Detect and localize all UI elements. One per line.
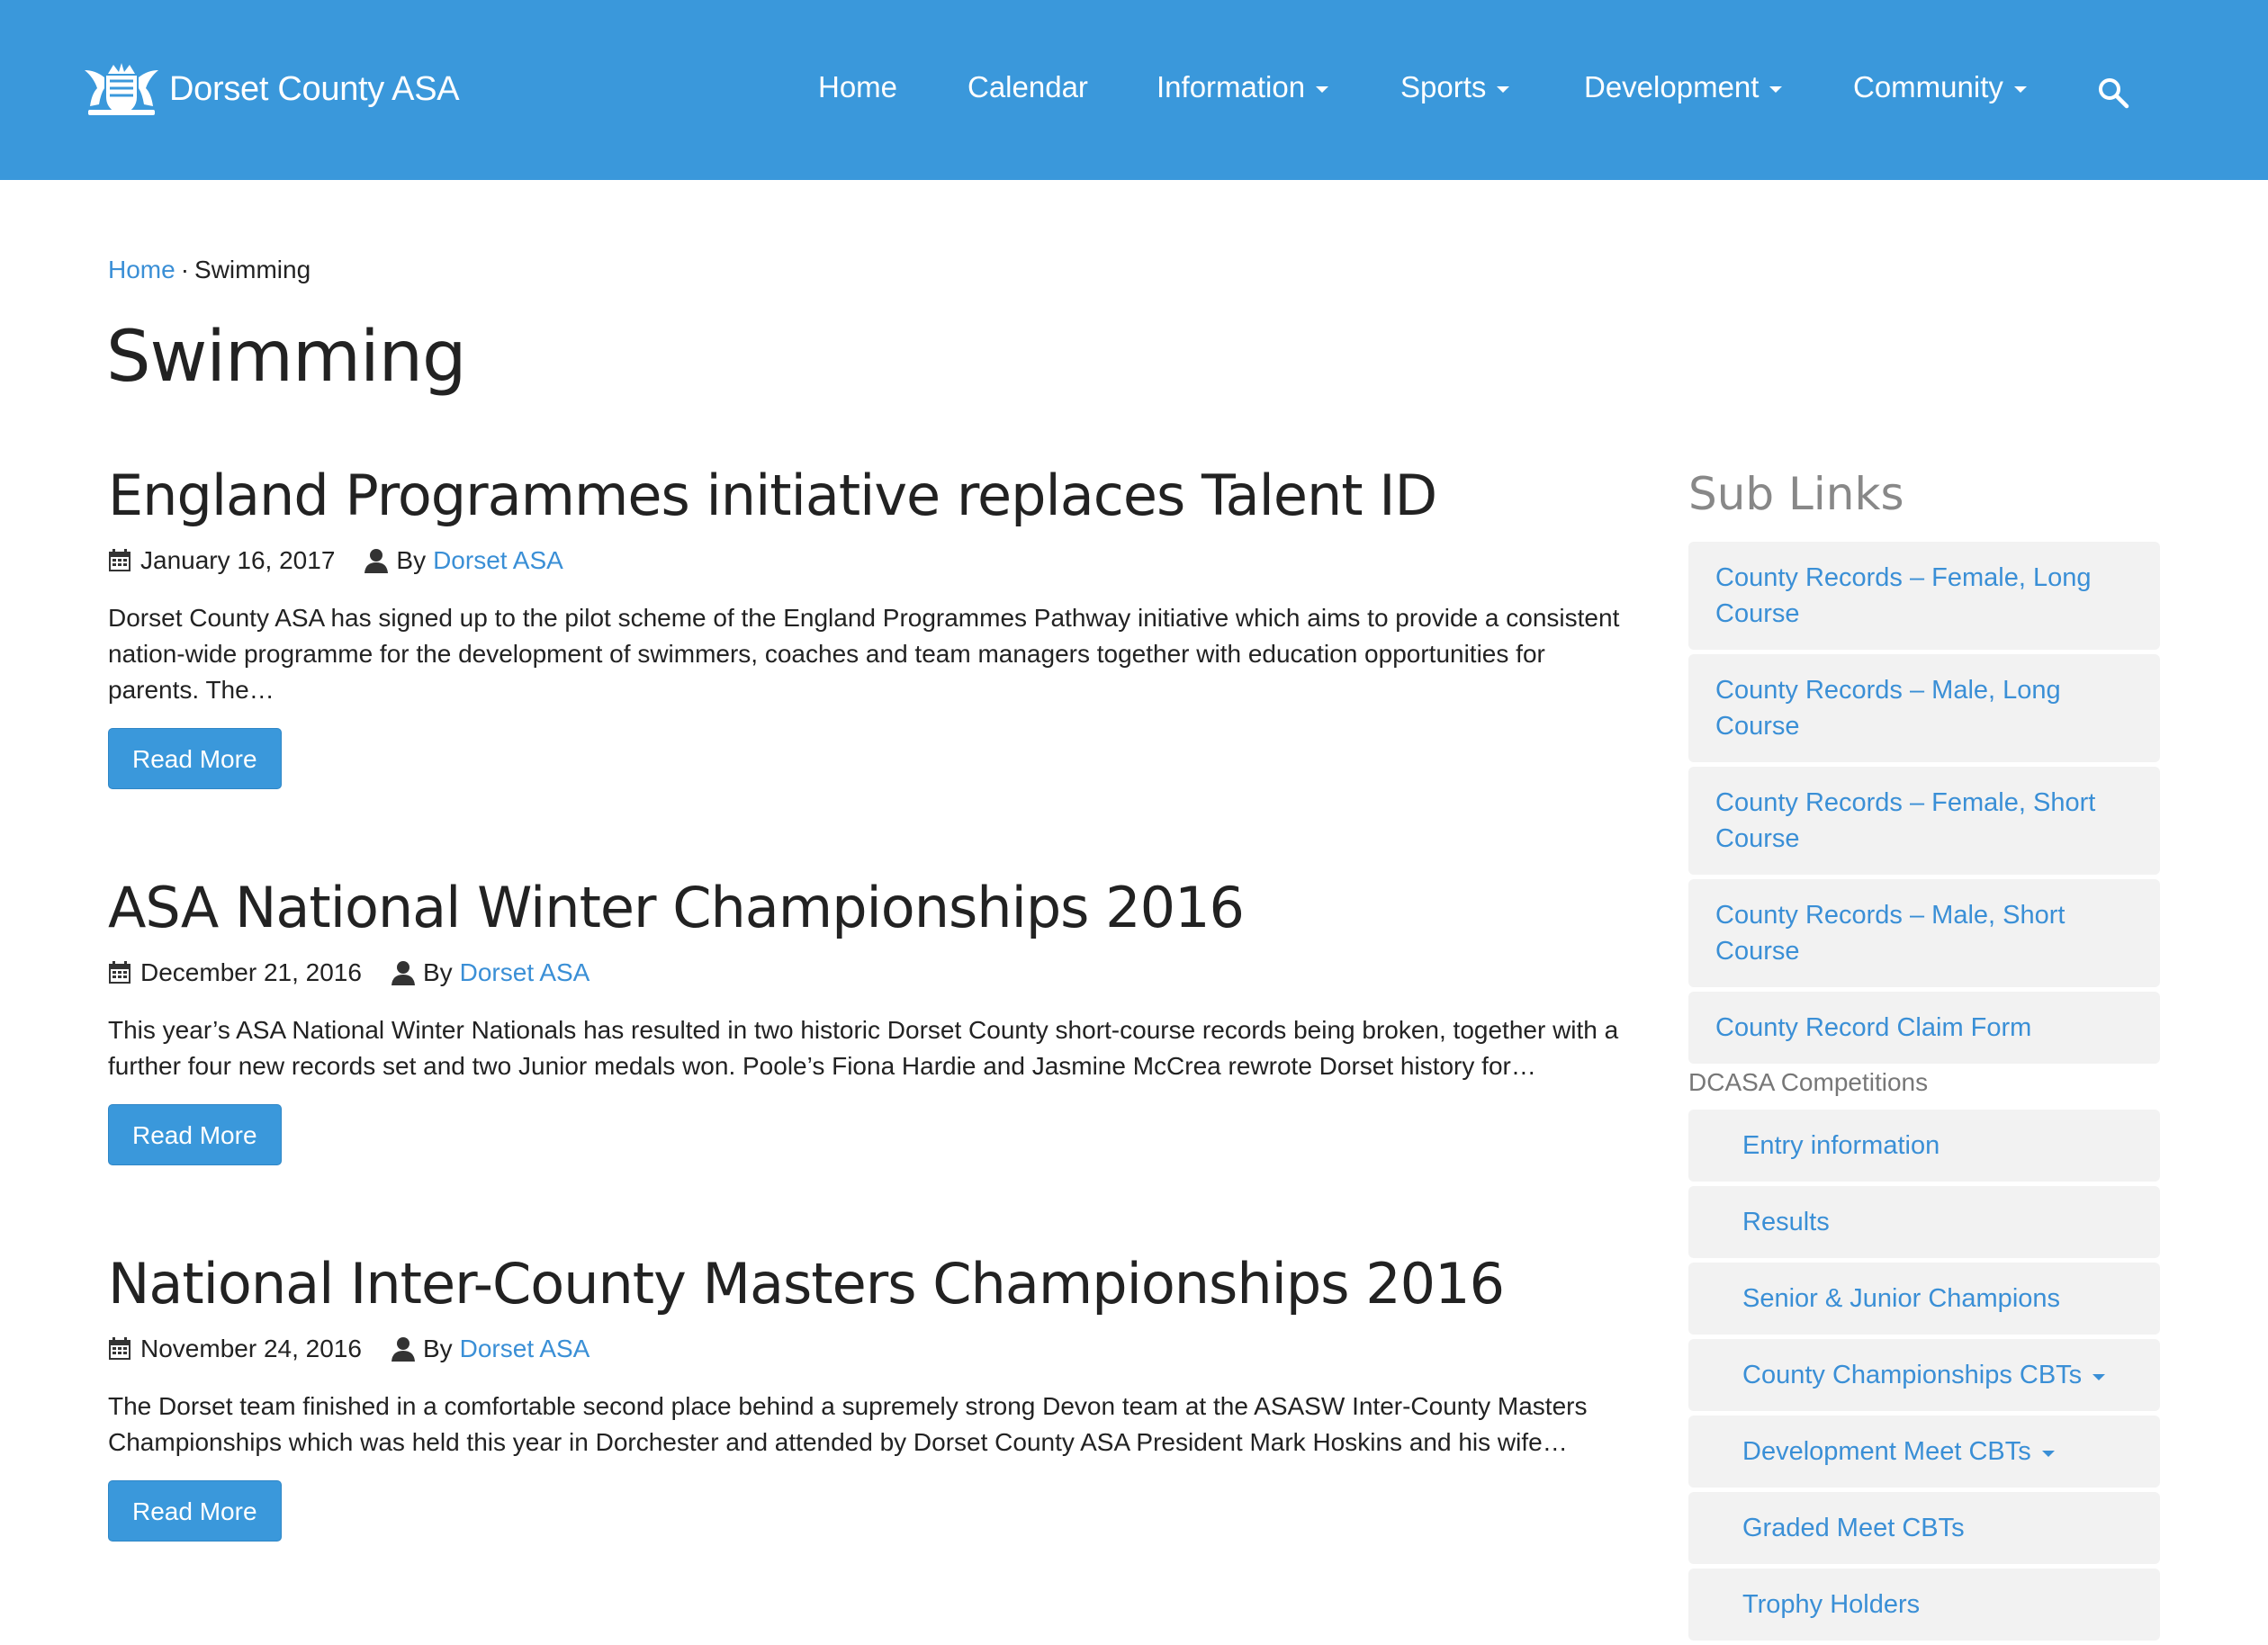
sidebar-link-label: County Record Claim Form xyxy=(1715,1013,2032,1042)
sidebar-link[interactable]: County Records – Male, Short Course xyxy=(1688,879,2160,987)
sidebar-link-label: County Records – Female, Long Course xyxy=(1715,563,2092,628)
sidebar-link-label: County Records – Male, Short Course xyxy=(1715,901,2066,966)
post-meta: January 16, 2017 By Dorset ASA xyxy=(108,546,1620,575)
sidebar-sublink[interactable]: Development Meet CBTs xyxy=(1688,1416,2160,1488)
post-by-label: By xyxy=(396,546,427,574)
caret-down-icon xyxy=(2092,1373,2106,1380)
sidebar-sublink[interactable]: Senior & Junior Champions xyxy=(1688,1263,2160,1335)
sidebar-sublink[interactable]: Trophy Holders xyxy=(1688,1569,2160,1641)
calendar-icon xyxy=(109,961,130,984)
read-more-button[interactable]: Read More xyxy=(108,1104,282,1165)
search-icon[interactable] xyxy=(2097,76,2129,109)
breadcrumb-home-link[interactable]: Home xyxy=(108,256,176,283)
sidebar-sublink[interactable]: Entry information xyxy=(1688,1110,2160,1182)
sidebar-link[interactable]: County Record Claim Form xyxy=(1688,992,2160,1064)
sidebar-sublink[interactable]: Results xyxy=(1688,1186,2160,1258)
sidebar-link-label: County Records – Male, Long Course xyxy=(1715,676,2061,741)
post-card: England Programmes initiative replaces T… xyxy=(108,463,1620,789)
nav-information-label: Information xyxy=(1156,70,1306,103)
caret-down-icon xyxy=(1769,85,1783,93)
crest-icon xyxy=(85,63,158,115)
sidebar-sublink-label: County Championships CBTs xyxy=(1742,1361,2083,1389)
post-excerpt: The Dorset team finished in a comfortabl… xyxy=(108,1392,1588,1456)
post-excerpt: This year’s ASA National Winter National… xyxy=(108,1016,1619,1080)
caret-down-icon xyxy=(2041,1450,2055,1457)
post-author-link[interactable]: Dorset ASA xyxy=(433,546,563,575)
user-icon xyxy=(391,961,415,985)
sidebar-link[interactable]: County Records – Male, Long Course xyxy=(1688,654,2160,762)
sidebar-sublink-label: Development Meet CBTs xyxy=(1742,1437,2031,1466)
page-title: Swimming xyxy=(106,317,467,398)
sidebar-link[interactable]: County Records – Female, Long Course xyxy=(1688,542,2160,650)
post-card: National Inter-County Masters Championsh… xyxy=(108,1251,1620,1542)
breadcrumb-separator: · xyxy=(180,256,190,283)
sidebar-links: County Records – Female, Long Course Cou… xyxy=(1688,542,2160,1641)
nav-community-label: Community xyxy=(1853,70,2003,103)
sidebar-sublink-label: Entry information xyxy=(1742,1131,1940,1160)
post-meta: November 24, 2016 By Dorset ASA xyxy=(108,1335,1620,1363)
caret-down-icon xyxy=(2013,85,2027,93)
post-excerpt: Dorset County ASA has signed up to the p… xyxy=(108,604,1620,704)
post-author-link[interactable]: Dorset ASA xyxy=(460,1335,590,1363)
sidebar-sublink-label: Results xyxy=(1742,1208,1830,1236)
sidebar-sublink[interactable]: Graded Meet CBTs xyxy=(1688,1492,2160,1564)
post-date: November 24, 2016 xyxy=(140,1335,362,1362)
nav-development-label: Development xyxy=(1584,70,1760,103)
brand-link[interactable]: Dorset County ASA xyxy=(81,61,460,117)
caret-down-icon xyxy=(1316,85,1329,93)
nav-home[interactable]: Home xyxy=(818,70,897,104)
post-meta: December 21, 2016 By Dorset ASA xyxy=(108,958,1620,987)
top-navbar: Dorset County ASA Home Calendar Informat… xyxy=(0,0,2268,180)
sidebar-sublink-label: Graded Meet CBTs xyxy=(1742,1514,1965,1542)
post-title[interactable]: ASA National Winter Championships 2016 xyxy=(108,875,1620,940)
user-icon xyxy=(364,549,389,573)
post-title[interactable]: England Programmes initiative replaces T… xyxy=(108,463,1620,528)
nav-home-label: Home xyxy=(818,70,898,103)
post-by-label: By xyxy=(422,1335,453,1362)
nav-development[interactable]: Development xyxy=(1584,70,1783,104)
nav-sports-label: Sports xyxy=(1400,70,1487,103)
post-by-label: By xyxy=(422,958,453,986)
sidebar-title: Sub Links xyxy=(1688,468,1904,520)
post-title[interactable]: National Inter-County Masters Championsh… xyxy=(108,1251,1620,1317)
sidebar-section-heading: DCASA Competitions xyxy=(1688,1068,1929,1096)
sidebar: Sub Links County Records – Female, Long … xyxy=(1688,468,2160,1645)
calendar-icon xyxy=(109,549,130,571)
brand-name: Dorset County ASA xyxy=(169,69,460,108)
post-date: December 21, 2016 xyxy=(140,958,362,986)
sidebar-sublink[interactable]: County Championships CBTs xyxy=(1688,1339,2160,1411)
post-card: ASA National Winter Championships 2016 D… xyxy=(108,875,1620,1165)
user-icon xyxy=(391,1337,415,1362)
nav-calendar-label: Calendar xyxy=(968,70,1088,103)
read-more-button[interactable]: Read More xyxy=(108,728,282,789)
calendar-icon xyxy=(109,1337,130,1360)
caret-down-icon xyxy=(1497,85,1510,93)
sidebar-sublink-label: Senior & Junior Champions xyxy=(1742,1284,2061,1313)
sidebar-link[interactable]: County Records – Female, Short Course xyxy=(1688,767,2160,875)
sidebar-link-label: County Records – Female, Short Course xyxy=(1715,788,2096,853)
nav-information[interactable]: Information xyxy=(1156,70,1329,104)
post-author-link[interactable]: Dorset ASA xyxy=(460,958,590,987)
nav-sports[interactable]: Sports xyxy=(1400,70,1510,104)
read-more-button[interactable]: Read More xyxy=(108,1480,282,1542)
breadcrumb: Home · Swimming xyxy=(108,256,310,284)
nav-community[interactable]: Community xyxy=(1853,70,2027,104)
sidebar-sublink-label: Trophy Holders xyxy=(1742,1590,1921,1619)
breadcrumb-current: Swimming xyxy=(194,256,311,283)
nav-calendar[interactable]: Calendar xyxy=(968,70,1088,104)
post-date: January 16, 2017 xyxy=(140,546,336,574)
